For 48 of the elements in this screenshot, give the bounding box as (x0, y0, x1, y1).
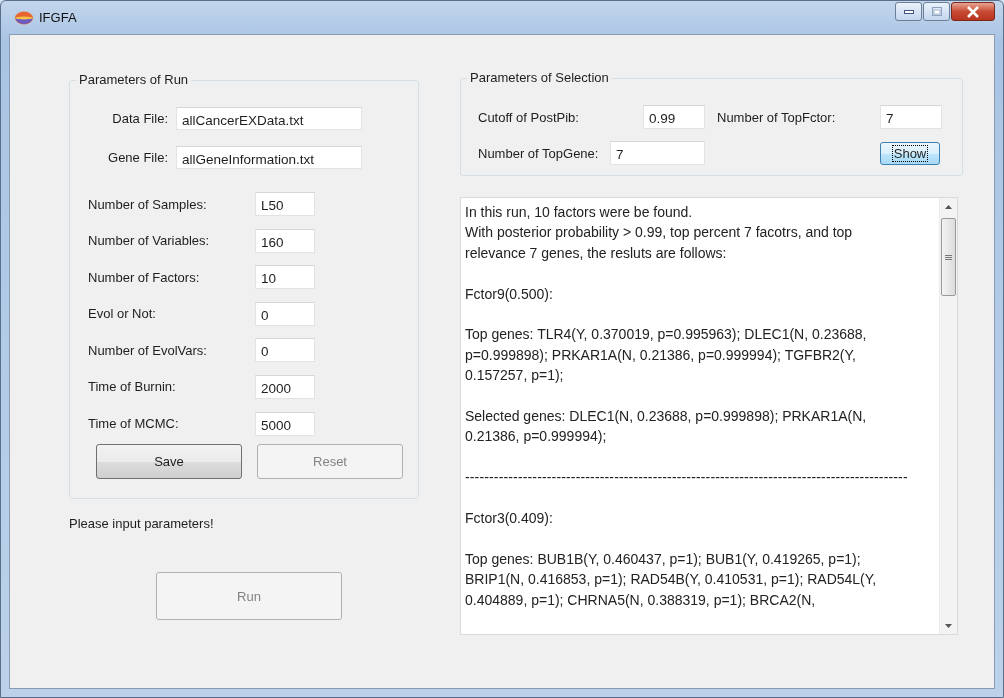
number-field[interactable]: 0 (255, 301, 315, 326)
close-icon (966, 5, 980, 18)
action-button[interactable]: Save (96, 444, 242, 480)
maximize-icon (931, 7, 942, 16)
output-text: Selected genes: DLEC1(N, 0.23688, p=0.999898); PRKAR1A(N, 0.21386, p=0.999994); (465, 407, 868, 447)
output-text: -------------------------------------------------------------------------------------------- (465, 468, 909, 488)
number-field[interactable]: 5000 (255, 411, 315, 436)
field-label: Gene File: (107, 150, 168, 165)
field-label: Number of Samples: (88, 196, 208, 212)
number-field[interactable]: 160 (255, 228, 315, 253)
field-label: Evol or Not: (88, 306, 157, 322)
field-label: Number of TopGene: (478, 145, 600, 161)
number-field[interactable]: 10 (255, 265, 315, 290)
minimize-button[interactable] (895, 2, 922, 21)
number-field[interactable]: L50 (255, 192, 315, 216)
field-label: Number of Variables: (88, 233, 211, 249)
close-button[interactable] (951, 2, 995, 21)
file-field[interactable]: allGeneInformation.txt (176, 146, 362, 169)
field-label: Data File: (111, 111, 168, 126)
output-text: Top genes: TLR4(Y, 0.370019, p=0.995963); DLEC1(N, 0.23688, p=0.999898); PRKAR1A(N, 0.21386, p=0.999994); TGFBR2(Y, 0.157257, p=1); (465, 325, 868, 386)
output-text: Fctor9(0.500): (465, 284, 554, 304)
number-field[interactable]: 0 (255, 338, 315, 363)
scroll-up-icon[interactable] (945, 204, 952, 209)
field-label: Time of Burnin: (88, 379, 177, 395)
scroll-thumb[interactable] (941, 218, 956, 296)
number-field[interactable]: 0.99 (643, 105, 705, 129)
grip-icon (945, 254, 952, 260)
window-title: IFGFA (39, 10, 77, 25)
app-logo-icon (15, 10, 33, 25)
output-text: Fctor3(0.409): (465, 509, 554, 528)
file-field[interactable]: allCancerEXData.txt (176, 107, 362, 130)
field-label: Number of TopFctor: (717, 109, 837, 125)
field-label: Time of MCMC: (88, 416, 180, 432)
minimize-icon (903, 9, 914, 14)
number-field[interactable]: 2000 (255, 374, 315, 399)
field-label: Number of EvolVars: (88, 342, 208, 358)
show-button[interactable]: Show (880, 141, 940, 165)
output-text: In this run, 10 factors were be found. (465, 203, 694, 222)
field-label: Number of Factors: (88, 269, 201, 285)
scroll-down-icon[interactable] (945, 623, 952, 628)
number-field[interactable]: 7 (610, 141, 705, 165)
output-text: With posterior probability > 0.99, top percent 7 facotrs, and top relevance 7 genes, the resluts are follows: (465, 223, 854, 263)
status-message: Please input parameters! (69, 516, 215, 531)
scrollbar[interactable] (939, 198, 957, 634)
maximize-button[interactable] (923, 2, 950, 21)
field-label: Cutoff of PostPib: (478, 109, 580, 125)
output-text: Top genes: BUB1B(Y, 0.460437, p=1); BUB1(Y, 0.419265, p=1); BRIP1(N, 0.416853, p=1); RAD54B(Y, 0.410531, p=1); RAD54L(Y, 0.404889, p=1); CHRNA5(N, 0.388319, p=1); BRCA2(N, (465, 549, 878, 610)
number-field[interactable]: 7 (880, 105, 942, 129)
